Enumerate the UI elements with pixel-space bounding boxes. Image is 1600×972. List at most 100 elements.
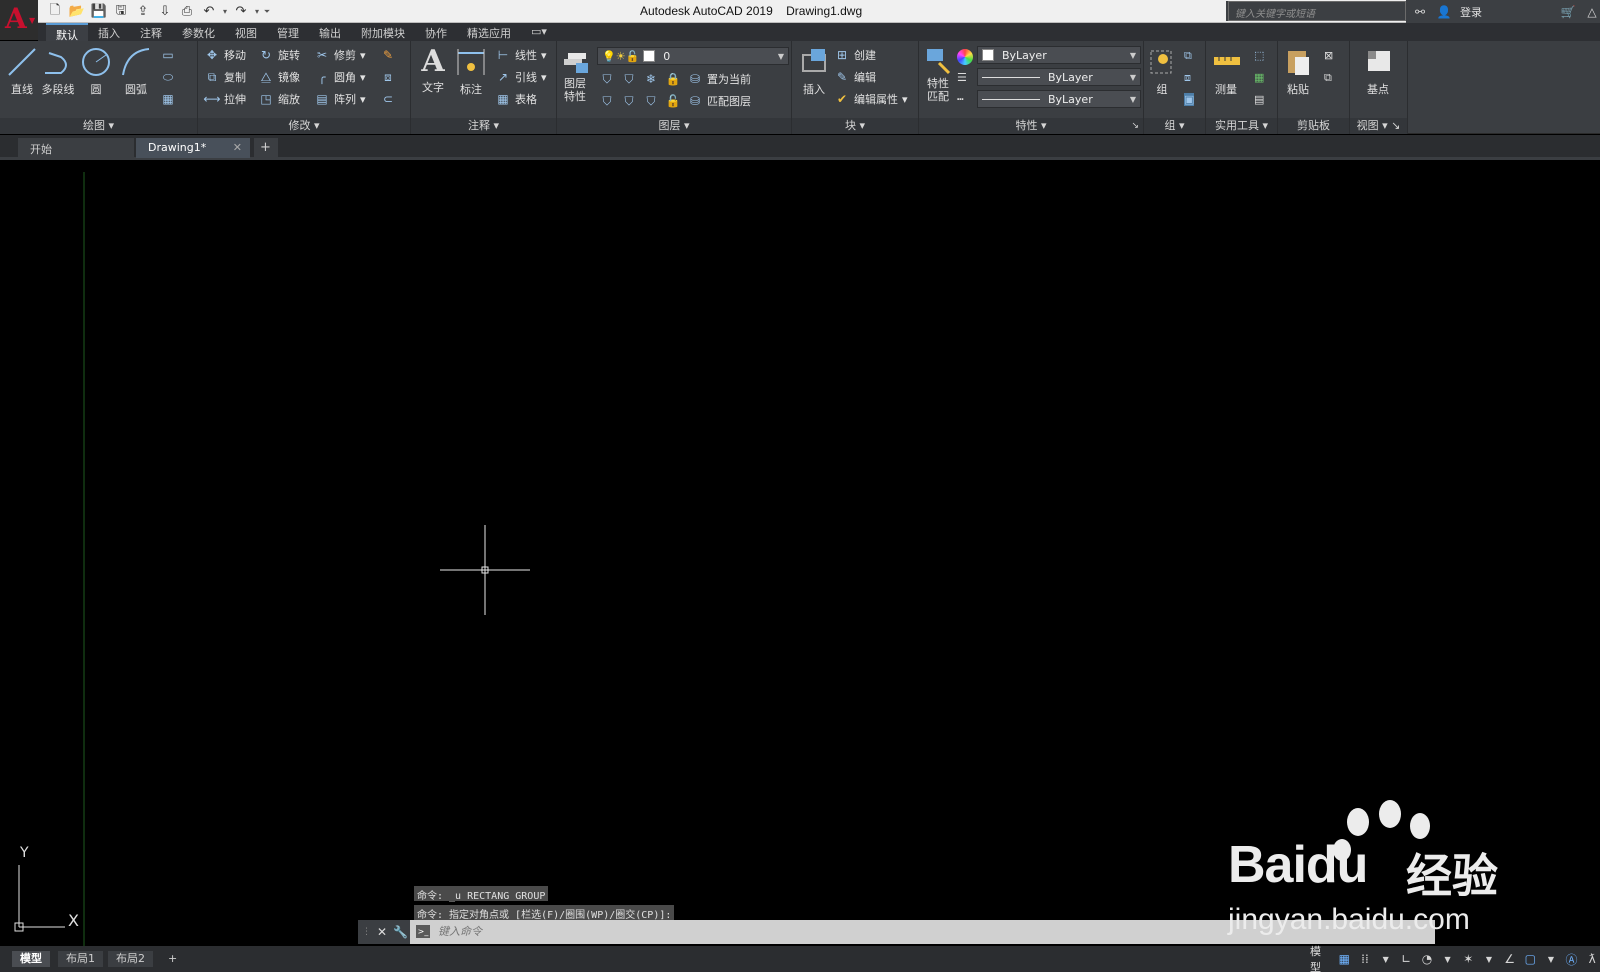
panel-annotation-title[interactable]: 注释 ▾ bbox=[411, 118, 556, 134]
user-icon[interactable]: 👤 bbox=[1436, 4, 1452, 20]
linear-button[interactable]: ⊢ 线性 ▾ bbox=[495, 45, 547, 65]
group-select-icon[interactable]: ▣ bbox=[1184, 93, 1195, 106]
chevron-down-icon[interactable]: ▼ bbox=[1378, 951, 1394, 967]
edit-block-button[interactable]: ✎ 编辑 bbox=[834, 67, 876, 87]
model-space-label[interactable]: 模型 bbox=[1310, 943, 1332, 972]
scale-button[interactable]: ◳ 缩放 bbox=[258, 89, 300, 109]
insert-block-button[interactable]: 插入 bbox=[794, 45, 834, 97]
paste-button[interactable]: 粘贴 bbox=[1280, 45, 1316, 97]
layer-tool-1[interactable]: ⛉ bbox=[599, 69, 615, 89]
dimension-button[interactable]: 标注 bbox=[451, 45, 491, 97]
explode-button[interactable]: ⧈ bbox=[380, 67, 396, 87]
layer-tool-7[interactable]: ⛉ bbox=[643, 91, 659, 111]
search-input[interactable]: 键入关键字或短语 bbox=[1228, 1, 1406, 21]
hatch-button[interactable]: ▦ bbox=[160, 89, 176, 109]
measure-button[interactable]: 测量 bbox=[1208, 45, 1244, 97]
calculator-icon[interactable]: ▤ bbox=[1254, 93, 1264, 106]
array-button[interactable]: ▤ 阵列 ▾ bbox=[314, 89, 365, 109]
open-web-icon[interactable]: ⇪ bbox=[132, 2, 154, 21]
rotate-button[interactable]: ↻ 旋转 bbox=[258, 45, 300, 65]
linetype-icon[interactable]: ┅ bbox=[957, 93, 964, 106]
tab-default[interactable]: 默认 bbox=[46, 23, 88, 42]
color-wheel-icon[interactable] bbox=[957, 49, 973, 65]
login-link[interactable]: 登录 bbox=[1460, 4, 1482, 20]
ellipse-button[interactable]: ⬭ bbox=[160, 67, 176, 87]
undo-icon[interactable]: ↶ bbox=[198, 2, 220, 21]
match-properties-button[interactable]: 特性匹配 bbox=[919, 45, 957, 103]
add-layout-button[interactable]: + bbox=[160, 951, 185, 967]
trim-button[interactable]: ✂ 修剪 ▾ bbox=[314, 45, 366, 65]
new-tab-button[interactable]: + bbox=[254, 138, 278, 158]
binoculars-icon[interactable]: ⚯ bbox=[1412, 4, 1428, 20]
ungroup-icon[interactable]: ⧉ bbox=[1184, 49, 1192, 63]
quick-select-icon[interactable]: ⬚ bbox=[1254, 49, 1264, 62]
lineweight-icon[interactable]: ☰ bbox=[957, 71, 967, 84]
copy-button[interactable]: ⧉ 复制 bbox=[204, 67, 246, 87]
new-file-icon[interactable]: 🗋 bbox=[44, 2, 66, 21]
layer-dropdown[interactable]: 💡 ☀ 🔓 0 ▼ bbox=[597, 47, 789, 65]
grid-icon[interactable]: ▦ bbox=[1337, 951, 1353, 967]
layer-properties-button[interactable]: 图层特性 bbox=[557, 45, 593, 103]
autodesk-a360-icon[interactable]: △ bbox=[1584, 4, 1600, 20]
snap-icon[interactable]: ⁞⁞ bbox=[1357, 951, 1373, 967]
undo-dropdown-icon[interactable]: ▾ bbox=[220, 2, 230, 21]
wrench-icon[interactable]: 🔧 bbox=[393, 925, 408, 939]
basepoint-button[interactable]: 基点 bbox=[1358, 45, 1398, 97]
save-icon[interactable]: 💾 bbox=[88, 2, 110, 21]
chevron-down-icon[interactable]: ▼ bbox=[1440, 951, 1456, 967]
annotation-visibility-icon[interactable]: Ⓐ bbox=[1564, 951, 1580, 967]
group-button[interactable]: 组 bbox=[1146, 45, 1178, 97]
text-button[interactable]: A 文字 bbox=[413, 45, 453, 95]
tab-featured-apps[interactable]: 精选应用 bbox=[457, 23, 521, 41]
chevron-down-icon[interactable]: ▼ bbox=[1481, 951, 1497, 967]
close-icon[interactable]: ✕ bbox=[233, 141, 242, 154]
panel-properties-title[interactable]: 特性 ▾ ↘ bbox=[919, 118, 1143, 134]
polyline-button[interactable]: 多段线 bbox=[38, 45, 78, 97]
layer-tool-8[interactable]: 🔓 bbox=[665, 91, 681, 111]
panel-clipboard-title[interactable]: 剪贴板 bbox=[1278, 118, 1349, 134]
ribbon-toggle-icon[interactable]: ▭▾ bbox=[521, 23, 557, 41]
panel-block-title[interactable]: 块 ▾ bbox=[792, 118, 918, 134]
open-file-icon[interactable]: 📂 bbox=[66, 2, 88, 21]
offset-button[interactable]: ⊂ bbox=[380, 89, 396, 109]
fillet-button[interactable]: ╭ 圆角 ▾ bbox=[314, 67, 365, 87]
ortho-icon[interactable]: ∟ bbox=[1398, 951, 1414, 967]
erase-button[interactable]: ✎ bbox=[380, 45, 396, 65]
panel-view-title[interactable]: 视图 ▾ ↘ bbox=[1350, 118, 1407, 134]
panel-modify-title[interactable]: 修改 ▾ bbox=[198, 118, 410, 134]
customize-qat-icon[interactable]: ⏷ bbox=[262, 2, 272, 21]
layout-tab-layout2[interactable]: 布局2 bbox=[108, 951, 153, 967]
edit-attributes-button[interactable]: ✔ 编辑属性 ▾ bbox=[834, 89, 908, 109]
object-snap-tracking-icon[interactable]: ✶ bbox=[1460, 951, 1476, 967]
tab-parametric[interactable]: 参数化 bbox=[172, 23, 225, 41]
application-menu-button[interactable]: A ▼ bbox=[0, 0, 38, 40]
redo-icon[interactable]: ↷ bbox=[230, 2, 252, 21]
rectangle-button[interactable]: ▭ bbox=[160, 45, 176, 65]
redo-dropdown-icon[interactable]: ▾ bbox=[252, 2, 262, 21]
set-current-button[interactable]: ⛁ 置为当前 bbox=[687, 69, 751, 89]
save-web-icon[interactable]: ⇩ bbox=[154, 2, 176, 21]
panel-draw-title[interactable]: 绘图 ▾ bbox=[0, 118, 197, 134]
lineweight-dropdown[interactable]: ByLayer ▼ bbox=[977, 68, 1141, 86]
layout-tab-layout1[interactable]: 布局1 bbox=[58, 951, 103, 967]
tab-addins[interactable]: 附加模块 bbox=[351, 23, 415, 41]
panel-layers-title[interactable]: 图层 ▾ bbox=[557, 118, 791, 134]
annotation-scale-icon[interactable]: ƛ bbox=[1584, 951, 1600, 967]
move-button[interactable]: ✥ 移动 bbox=[204, 45, 246, 65]
object-snap-icon[interactable]: ▢ bbox=[1522, 951, 1538, 967]
dynamic-ucs-icon[interactable]: ∠ bbox=[1502, 951, 1518, 967]
layer-tool-2[interactable]: ⛉ bbox=[621, 69, 637, 89]
layer-tool-5[interactable]: ⛉ bbox=[599, 91, 615, 111]
linetype-dropdown[interactable]: ByLayer ▼ bbox=[977, 90, 1141, 108]
tab-collaborate[interactable]: 协作 bbox=[415, 23, 457, 41]
close-icon[interactable]: ✕ bbox=[377, 925, 387, 939]
id-point-icon[interactable]: ▦ bbox=[1254, 71, 1264, 84]
copy-clip-icon[interactable]: ⧉ bbox=[1324, 71, 1332, 85]
chevron-down-icon[interactable]: ▼ bbox=[1543, 951, 1559, 967]
layer-tool-6[interactable]: ⛉ bbox=[621, 91, 637, 111]
color-dropdown[interactable]: ByLayer ▼ bbox=[977, 46, 1141, 64]
tab-view[interactable]: 视图 bbox=[225, 23, 267, 41]
layout-tab-model[interactable]: 模型 bbox=[12, 951, 50, 967]
print-icon[interactable]: ⎙ bbox=[176, 2, 198, 21]
match-layer-button[interactable]: ⛁ 匹配图层 bbox=[687, 91, 751, 111]
